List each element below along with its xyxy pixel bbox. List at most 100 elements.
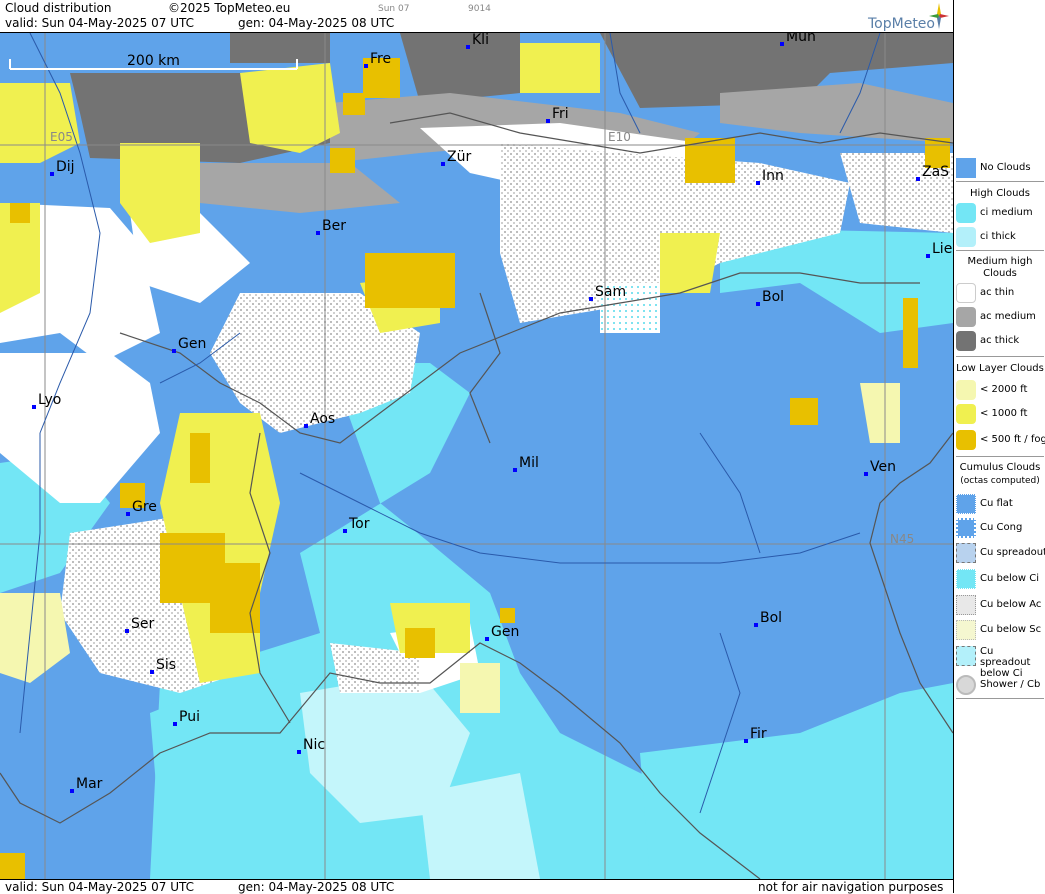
svg-text:Inn: Inn [762, 168, 784, 184]
legend-label: Shower / Cb [980, 679, 1041, 690]
legend-swatch [956, 646, 976, 666]
legend-swatch [956, 620, 976, 640]
legend-cu-below-sc: Cu below Sc [956, 620, 1045, 640]
legend-heading-cumulus: Cumulus Clouds [959, 462, 1041, 473]
legend-swatch [956, 595, 976, 615]
svg-text:ZaS: ZaS [922, 164, 949, 180]
legend-ac-thick: ac thick [956, 331, 1045, 351]
legend-swatch [956, 227, 976, 247]
svg-text:Lyo: Lyo [38, 392, 61, 408]
legend-cu-flat: Cu flat [956, 494, 1045, 514]
svg-text:Mun: Mun [786, 33, 816, 45]
legend-cu-cong: Cu Cong [956, 518, 1045, 538]
legend-label: Cu below Ci [980, 573, 1040, 584]
city-marker[interactable]: Gen [485, 624, 519, 641]
legend-heading-high: High Clouds [970, 188, 1030, 199]
legend-ac-thin: ac thin [956, 283, 1045, 303]
legend-label: Cu flat [980, 498, 1013, 509]
map-title: Cloud distribution [5, 1, 112, 15]
svg-text:Sam: Sam [595, 284, 626, 300]
fog-patch-14 [405, 628, 435, 658]
legend-swatch [956, 203, 976, 223]
legend-swatch [956, 283, 976, 303]
legend-no-clouds: No Clouds [956, 158, 1045, 178]
low-1000-n2 [520, 43, 600, 93]
footer: valid: Sun 04-May-2025 07 UTC gen: 04-Ma… [0, 879, 953, 894]
legend-divider [956, 181, 1044, 182]
cloud-map[interactable]: 200 km E05 E10 N45 Mun Kli Fre Fri Zür D… [0, 33, 953, 879]
legend-cu-below-ac: Cu below Ac [956, 595, 1045, 615]
legend-label: Cu below Sc [980, 624, 1042, 635]
gen-time: gen: 04-May-2025 08 UTC [238, 16, 395, 30]
legend-label: < 1000 ft [980, 408, 1028, 419]
legend-swatch [956, 158, 976, 178]
fog-patch-7 [903, 298, 918, 368]
legend-low-1000: < 1000 ft [956, 404, 1045, 424]
fog-patch-12 [210, 563, 260, 633]
legend-swatch [956, 380, 976, 400]
legend-swatch [956, 404, 976, 424]
fog-patch-10 [190, 433, 210, 483]
legend-ci-thick: ci thick [956, 227, 1045, 247]
legend-low-2000: < 2000 ft [956, 380, 1045, 400]
legend-cu-spreadout-below-ci: Cu spreadout below Ci [956, 646, 1045, 679]
legend-label: Cu Cong [980, 522, 1023, 533]
footer-gen-time: gen: 04-May-2025 08 UTC [238, 880, 395, 894]
compass-logo-icon [929, 3, 949, 29]
legend-swatch [956, 307, 976, 327]
legend-heading-medium: Medium high Clouds [967, 256, 1033, 279]
legend-label: Cu below Ac [980, 599, 1042, 610]
legend-label: < 500 ft / fog [980, 434, 1045, 445]
legend-label: ac thin [980, 287, 1015, 298]
svg-text:Ber: Ber [322, 218, 346, 234]
legend-swatch [956, 430, 976, 450]
grid-label-n45: N45 [890, 532, 914, 546]
svg-text:Dij: Dij [56, 159, 75, 175]
legend-divider [956, 250, 1044, 251]
day-label: Sun 07 [378, 4, 410, 14]
footer-valid-time: valid: Sun 04-May-2025 07 UTC [5, 880, 194, 894]
legend-label: < 2000 ft [980, 384, 1028, 395]
legend-swatch [956, 543, 976, 563]
legend-label: ci medium [980, 207, 1033, 218]
legend-swatch [956, 518, 976, 538]
svg-text:Pui: Pui [179, 709, 200, 725]
svg-text:Gen: Gen [491, 624, 519, 640]
legend-label: No Clouds [980, 162, 1031, 173]
legend-divider [956, 698, 1044, 699]
svg-text:Nic: Nic [303, 737, 325, 753]
svg-text:Ven: Ven [870, 459, 896, 475]
disclaimer: not for air navigation purposes [758, 880, 944, 894]
svg-text:Fri: Fri [552, 106, 569, 122]
fog-patch-4 [365, 253, 455, 308]
copyright: ©2025 TopMeteo.eu [168, 1, 291, 15]
city-marker[interactable]: Mun [780, 33, 816, 46]
fog-patch-15 [500, 608, 515, 623]
city-marker[interactable]: Sam [589, 284, 626, 301]
legend-ci-medium: ci medium [956, 203, 1045, 223]
legend-heading-low: Low Layer Clouds [956, 363, 1044, 374]
svg-text:Gen: Gen [178, 336, 206, 352]
legend-low-500: < 500 ft / fog [956, 430, 1045, 450]
legend-label: ac thick [980, 335, 1020, 346]
code-label: 9014 [468, 4, 491, 14]
legend-label: ci thick [980, 231, 1016, 242]
legend-label: Cu spreadout [980, 547, 1045, 558]
svg-text:Lie: Lie [932, 241, 952, 257]
legend-swatch [956, 675, 976, 695]
valid-time: valid: Sun 04-May-2025 07 UTC [5, 16, 194, 30]
svg-text:Kli: Kli [472, 33, 489, 48]
fog-patch-3 [330, 148, 355, 173]
svg-text:Mil: Mil [519, 455, 539, 471]
map-canvas: 200 km E05 E10 N45 Mun Kli Fre Fri Zür D… [0, 33, 953, 879]
svg-text:Bol: Bol [760, 610, 782, 626]
scale-label: 200 km [127, 53, 180, 69]
legend: No Clouds High Clouds ci medium ci thick… [953, 0, 1045, 893]
ac-thick-north-2 [400, 33, 520, 103]
grid-label-e10: E10 [608, 130, 631, 144]
fog-patch-8 [790, 398, 818, 425]
city-marker[interactable]: Gen [172, 336, 206, 353]
fog-patch-16 [0, 853, 25, 879]
svg-text:Aos: Aos [310, 411, 335, 427]
grid-label-e05: E05 [50, 130, 73, 144]
